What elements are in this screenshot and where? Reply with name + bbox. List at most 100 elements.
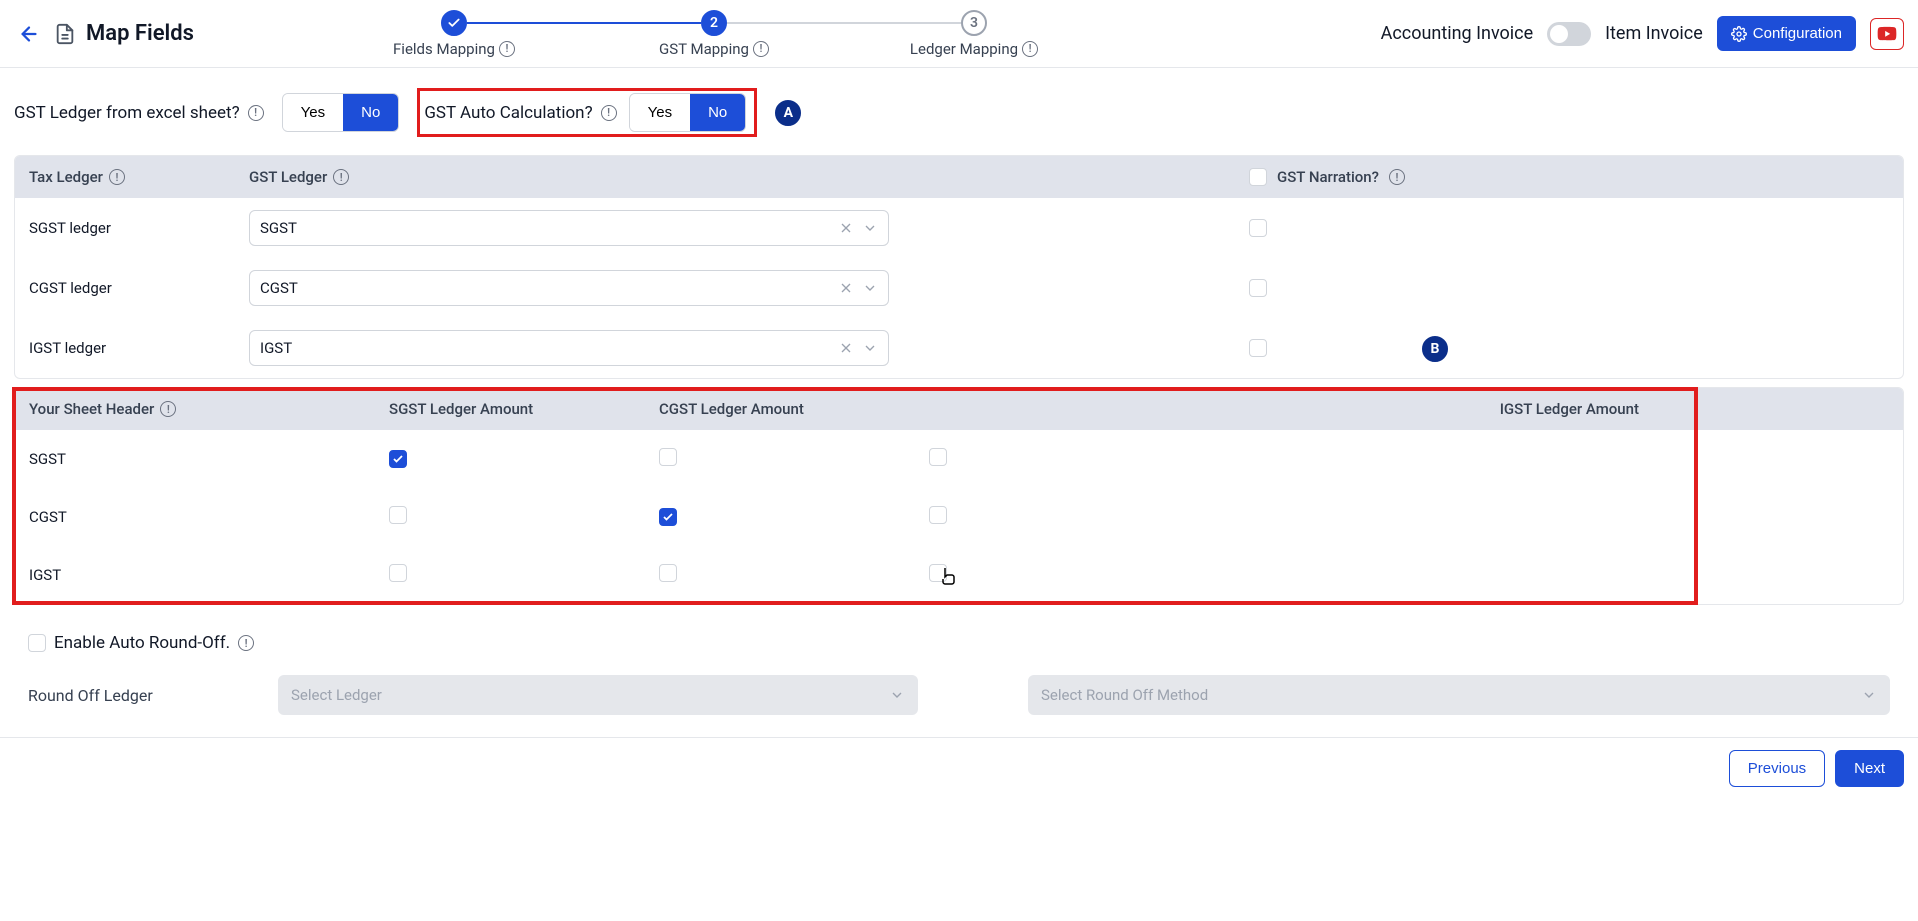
invoice-toggle[interactable] [1547,22,1591,46]
table-row: IGST ledger IGST B [15,318,1903,378]
sheet-header-panel: Your Sheet Header! SGST Ledger Amount CG… [14,387,1904,605]
info-icon[interactable]: ! [333,169,349,185]
table-row: SGST [15,430,1903,488]
accounting-invoice-label: Accounting Invoice [1381,23,1534,44]
cgst-amount-checkbox[interactable] [659,508,677,526]
tax-ledger-label: SGST ledger [29,219,249,237]
gst-ledger-excel-no[interactable]: No [343,94,398,131]
gst-ledger-select-igst[interactable]: IGST [249,330,889,366]
cgst-amount-checkbox[interactable] [659,448,677,466]
gst-ledger-select-cgst[interactable]: CGST [249,270,889,306]
stepper: Fields Mapping ! 2 GST Mapping ! 3 Ledge… [324,10,1104,58]
narration-checkbox[interactable] [1249,339,1267,357]
gst-narration-checkbox[interactable] [1249,168,1267,186]
page-title: Map Fields [86,21,194,46]
youtube-button[interactable] [1870,18,1904,50]
tax-ledger-header: Tax Ledger [29,168,103,186]
tax-ledger-label: CGST ledger [29,279,249,297]
footer: Previous Next [0,737,1918,799]
chevron-down-icon [1861,687,1877,703]
info-icon[interactable]: ! [601,105,617,121]
chevron-down-icon [889,687,905,703]
igst-amount-checkbox[interactable] [929,506,947,524]
gear-icon [1731,26,1747,42]
gst-ledger-excel-question: GST Ledger from excel sheet? ! [14,103,264,123]
cgst-amount-header: CGST Ledger Amount [659,400,929,418]
step-label: Fields Mapping [393,40,495,58]
info-icon[interactable]: ! [248,105,264,121]
cursor-icon [940,566,956,591]
gst-ledger-header: GST Ledger [249,168,327,186]
sheet-header-name: SGST [29,450,389,468]
gst-ledger-excel-yes[interactable]: Yes [283,94,343,131]
sgst-amount-checkbox[interactable] [389,450,407,468]
igst-amount-checkbox[interactable] [929,448,947,466]
select-value: IGST [260,339,838,357]
select-value: CGST [260,279,838,297]
clear-icon[interactable] [838,220,854,236]
select-placeholder: Select Round Off Method [1041,686,1861,704]
info-icon[interactable]: ! [109,169,125,185]
narration-checkbox[interactable] [1249,279,1267,297]
roundoff-ledger-label: Round Off Ledger [28,686,168,705]
sgst-amount-checkbox[interactable] [389,506,407,524]
annotation-badge-a: A [775,100,801,126]
configuration-button[interactable]: Configuration [1717,16,1856,51]
table-row: SGST ledger SGST [15,198,1903,258]
header: Map Fields Fields Mapping ! 2 GST Mappin… [0,0,1918,68]
enable-roundoff-label: Enable Auto Round-Off. [54,633,230,653]
document-icon [54,23,76,45]
info-icon[interactable]: ! [753,41,769,57]
gst-auto-calc-no[interactable]: No [690,94,745,131]
info-icon[interactable]: ! [499,41,515,57]
gst-narration-header: GST Narration? [1277,168,1379,186]
igst-amount-header: IGST Ledger Amount [929,400,1889,418]
your-sheet-header: Your Sheet Header [29,400,154,418]
step-ledger-mapping[interactable]: 3 Ledger Mapping ! [844,10,1104,58]
gst-ledger-select-sgst[interactable]: SGST [249,210,889,246]
select-value: SGST [260,219,838,237]
step-number: 2 [701,10,727,36]
next-button[interactable]: Next [1835,750,1904,787]
table-row: IGST [15,546,1903,604]
step-label: Ledger Mapping [910,40,1018,58]
cgst-amount-checkbox[interactable] [659,564,677,582]
info-icon[interactable]: ! [1389,169,1405,185]
previous-button[interactable]: Previous [1729,750,1825,787]
tax-ledger-label: IGST ledger [29,339,249,357]
info-icon[interactable]: ! [238,635,254,651]
chevron-down-icon[interactable] [862,220,878,236]
clear-icon[interactable] [838,280,854,296]
sheet-header-panel-wrap: Your Sheet Header! SGST Ledger Amount CG… [14,387,1904,605]
item-invoice-label: Item Invoice [1605,23,1703,44]
roundoff-panel: Enable Auto Round-Off. ! Round Off Ledge… [14,619,1904,737]
annotation-highlight-a: GST Auto Calculation? ! Yes No [417,88,757,137]
step-number: 3 [961,10,987,36]
sgst-amount-checkbox[interactable] [389,564,407,582]
gst-auto-calc-yes[interactable]: Yes [630,94,690,131]
sgst-amount-header: SGST Ledger Amount [389,400,659,418]
clear-icon[interactable] [838,340,854,356]
gst-auto-calc-yesno: Yes No [629,93,747,132]
roundoff-method-select[interactable]: Select Round Off Method [1028,675,1890,715]
step-gst-mapping[interactable]: 2 GST Mapping ! [584,10,844,58]
step-check-icon [441,10,467,36]
configuration-label: Configuration [1753,25,1842,42]
narration-checkbox[interactable] [1249,219,1267,237]
step-label: GST Mapping [659,40,749,58]
youtube-icon [1877,24,1897,44]
enable-roundoff-checkbox[interactable] [28,634,46,652]
info-icon[interactable]: ! [1022,41,1038,57]
roundoff-ledger-select[interactable]: Select Ledger [278,675,918,715]
step-fields-mapping[interactable]: Fields Mapping ! [324,10,584,58]
sheet-header-name: IGST [29,566,389,584]
back-button[interactable] [14,19,44,49]
annotation-badge-b: B [1422,336,1448,362]
chevron-down-icon[interactable] [862,340,878,356]
table-row: CGST ledger CGST [15,258,1903,318]
info-icon[interactable]: ! [160,401,176,417]
gst-ledger-excel-yesno: Yes No [282,93,400,132]
tax-ledger-panel: Tax Ledger! GST Ledger! GST Narration? !… [14,155,1904,379]
table-row: CGST [15,488,1903,546]
chevron-down-icon[interactable] [862,280,878,296]
